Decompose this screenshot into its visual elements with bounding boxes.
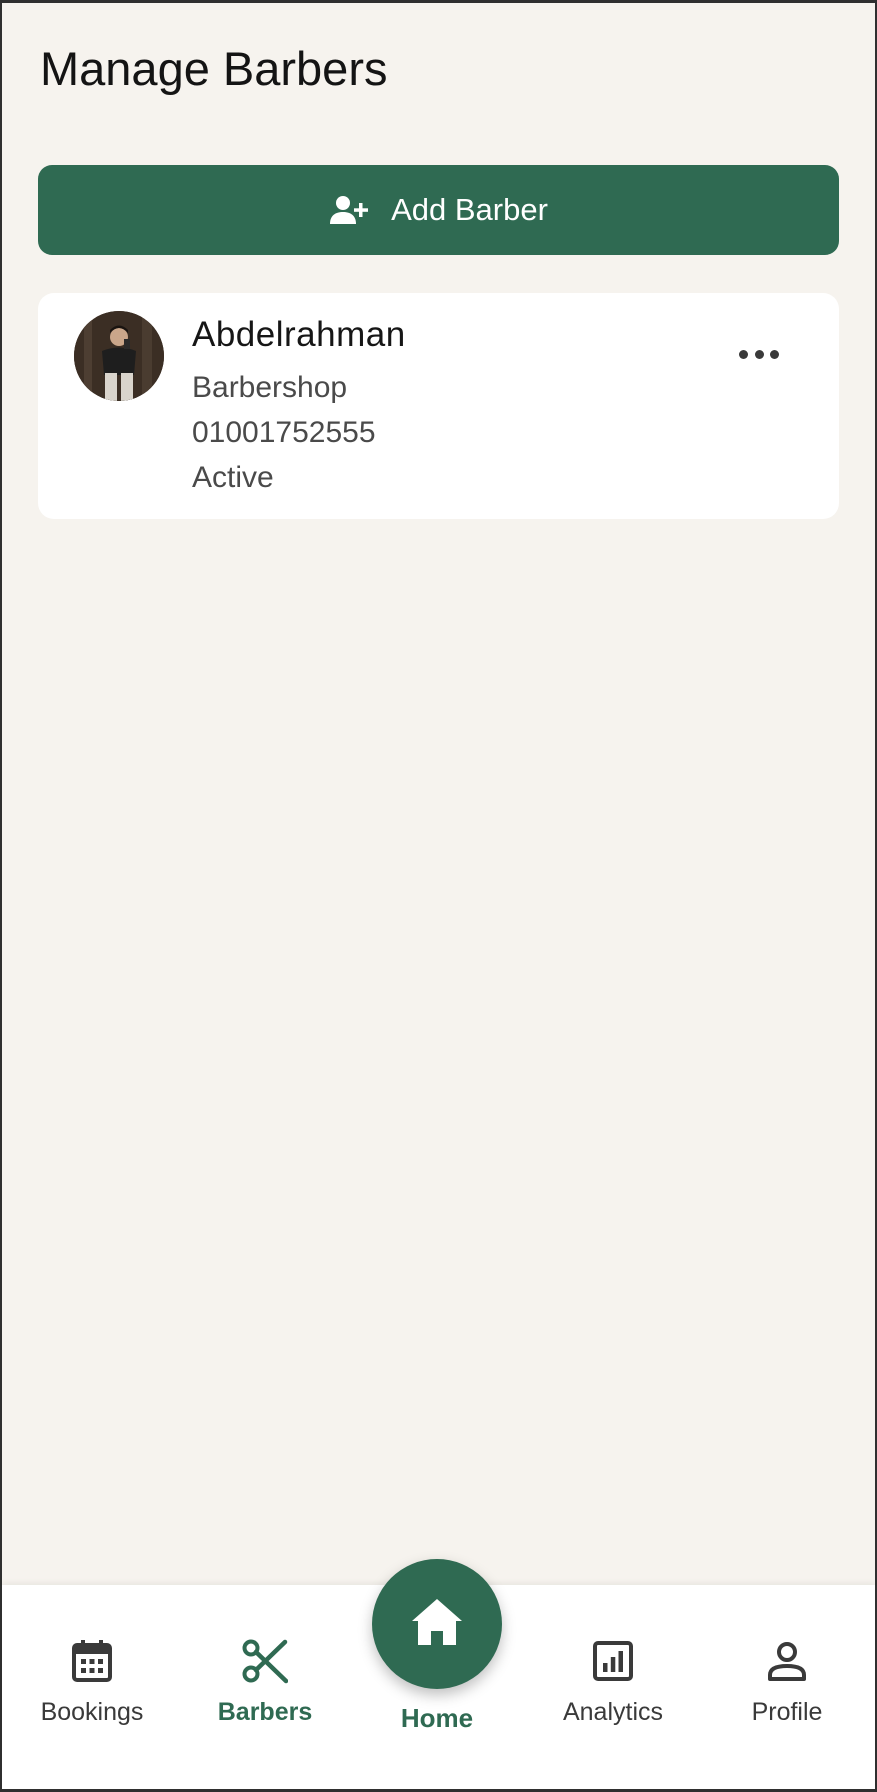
nav-label-bookings: Bookings — [40, 1698, 144, 1726]
calendar-icon — [69, 1638, 115, 1684]
nav-bookings[interactable]: Bookings — [17, 1638, 167, 1727]
home-icon — [410, 1597, 464, 1652]
bottom-navigation: Bookings Barbers Home Analytics Profile — [2, 1559, 875, 1789]
nav-barbers[interactable]: Barbers — [190, 1638, 340, 1727]
nav-label-home[interactable]: Home — [362, 1703, 512, 1734]
barber-card[interactable]: Abdelrahman Barbershop 01001752555 Activ… — [38, 293, 839, 519]
barber-phone: 01001752555 — [192, 416, 376, 449]
nav-profile[interactable]: Profile — [712, 1638, 862, 1727]
scissors-icon — [242, 1638, 288, 1684]
more-options-icon[interactable] — [739, 347, 779, 361]
bar-chart-icon — [590, 1638, 636, 1684]
page-title: Manage Barbers — [40, 42, 388, 95]
user-icon — [764, 1638, 810, 1684]
app-screen: Manage Barbers Add Barber Abdelrahman Ba… — [2, 3, 875, 1789]
nav-analytics[interactable]: Analytics — [538, 1638, 688, 1727]
barber-shop: Barbershop — [192, 371, 348, 404]
barber-status: Active — [192, 461, 274, 494]
barber-name: Abdelrahman — [192, 315, 406, 354]
home-button[interactable] — [372, 1559, 502, 1689]
nav-label-analytics: Analytics — [562, 1698, 664, 1726]
add-barber-button[interactable]: Add Barber — [38, 165, 839, 255]
person-add-icon — [329, 194, 371, 226]
nav-label-profile: Profile — [751, 1698, 823, 1726]
dot — [770, 349, 779, 359]
dot — [754, 349, 764, 359]
add-barber-label: Add Barber — [391, 192, 548, 227]
dot — [739, 349, 748, 359]
avatar — [74, 311, 164, 401]
nav-label-barbers: Barbers — [217, 1698, 313, 1726]
